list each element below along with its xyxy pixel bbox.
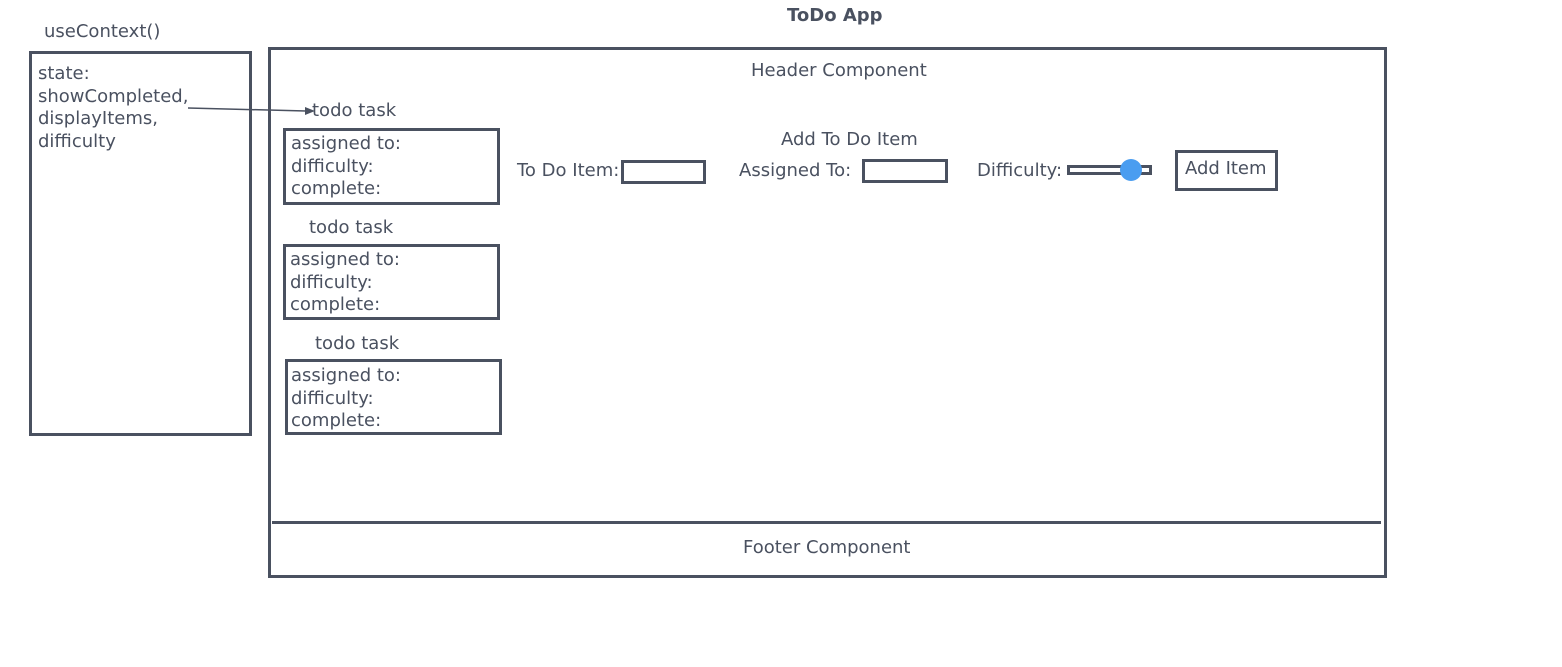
task-field-difficulty: difficulty: bbox=[290, 271, 373, 293]
difficulty-label: Difficulty: bbox=[977, 160, 1063, 181]
task-field-assigned: assigned to: bbox=[291, 133, 401, 154]
task-field-assigned: assigned to: bbox=[291, 365, 401, 386]
task-field-complete: complete: bbox=[291, 178, 382, 199]
assigned-to-input[interactable] bbox=[862, 159, 948, 183]
task-title: todo task bbox=[315, 333, 400, 354]
todo-item-label: To Do Item: bbox=[517, 160, 620, 181]
header-component-label: Header Component bbox=[751, 60, 927, 81]
task-fields: assigned to: difficulty: complete: bbox=[290, 249, 400, 317]
add-item-button-label: Add Item bbox=[1185, 158, 1267, 179]
task-title: todo task bbox=[309, 217, 394, 238]
form-title: Add To Do Item bbox=[781, 129, 918, 150]
difficulty-slider-thumb[interactable] bbox=[1119, 159, 1142, 181]
task-field-complete: complete: bbox=[290, 294, 381, 315]
assigned-to-label: Assigned To: bbox=[739, 160, 852, 181]
task-title: todo task bbox=[312, 100, 397, 121]
task-field-assigned: assigned to: bbox=[290, 249, 400, 270]
footer-divider bbox=[272, 521, 1381, 524]
todo-item-input[interactable] bbox=[621, 160, 706, 184]
task-fields: assigned to: difficulty: complete: bbox=[291, 365, 401, 433]
task-field-complete: complete: bbox=[291, 410, 382, 431]
task-field-difficulty: difficulty: bbox=[291, 387, 374, 409]
task-field-difficulty: difficulty: bbox=[291, 155, 374, 177]
footer-component-label: Footer Component bbox=[743, 537, 911, 558]
task-fields: assigned to: difficulty: complete: bbox=[291, 133, 401, 201]
